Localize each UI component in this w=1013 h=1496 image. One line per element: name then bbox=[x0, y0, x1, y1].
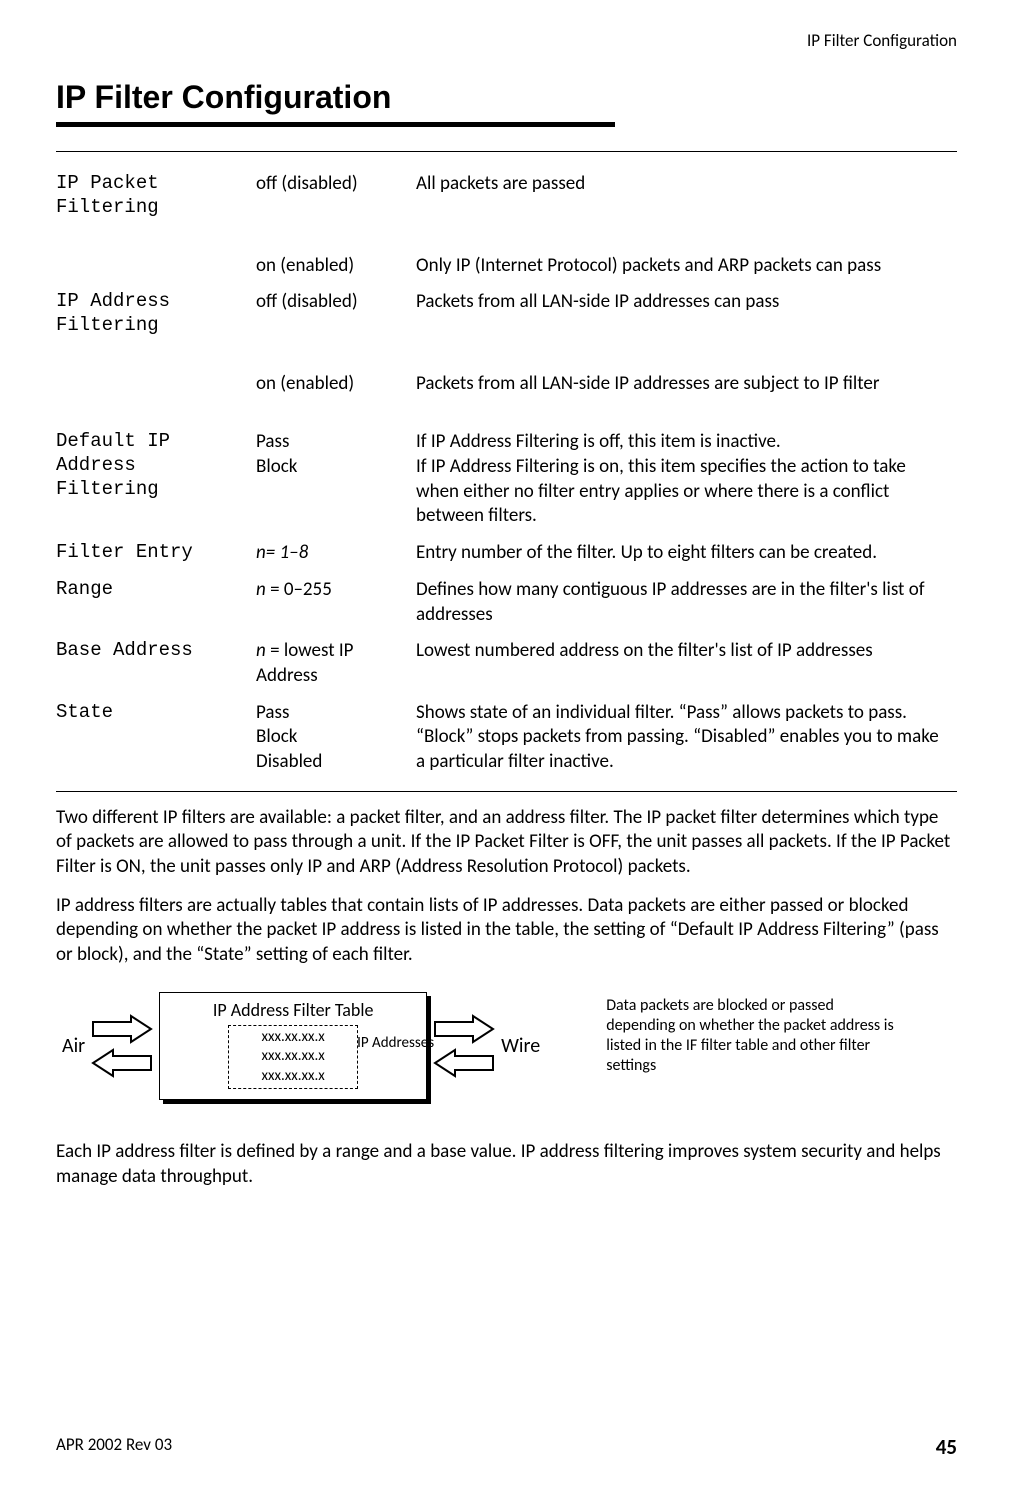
table-row: Filter Entry n= 1–8 Entry number of the … bbox=[56, 535, 957, 572]
param-name bbox=[56, 366, 256, 403]
section-heading: IP Filter Configuration bbox=[56, 79, 957, 116]
param-name: State bbox=[56, 695, 256, 781]
table-row: on (enabled) Packets from all LAN-side I… bbox=[56, 366, 957, 403]
arrow-stack-right bbox=[433, 1014, 495, 1078]
ip-table-title: IP Address Filter Table bbox=[168, 999, 418, 1021]
ip-address-entry: xxx.xx.xx.x bbox=[233, 1047, 353, 1067]
diagram-wire-label: Wire bbox=[501, 1034, 540, 1058]
ip-table-box: IP Address Filter Table xxx.xx.xx.x xxx.… bbox=[159, 992, 427, 1101]
ip-address-list: xxx.xx.xx.x xxx.xx.xx.x xxx.xx.xx.x IP A… bbox=[228, 1025, 358, 1090]
param-name bbox=[56, 248, 256, 285]
param-desc: Defines how many contiguous IP addresses… bbox=[416, 572, 957, 633]
body-paragraph: Each IP address filter is defined by a r… bbox=[56, 1140, 957, 1189]
param-value: Pass Block bbox=[256, 424, 416, 535]
param-value: off (disabled) bbox=[256, 166, 416, 226]
ip-addresses-label: IP Addresses bbox=[357, 1034, 437, 1054]
param-desc: Lowest numbered address on the filter's … bbox=[416, 633, 957, 694]
param-value: off (disabled) bbox=[256, 284, 416, 344]
param-name: Range bbox=[56, 572, 256, 633]
body-paragraph: Two different IP filters are available: … bbox=[56, 806, 957, 880]
table-row: State Pass Block Disabled Shows state of… bbox=[56, 695, 957, 781]
param-name: Filter Entry bbox=[56, 535, 256, 572]
param-value: on (enabled) bbox=[256, 366, 416, 403]
running-header: IP Filter Configuration bbox=[56, 30, 957, 51]
table-row: IP Packet Filtering off (disabled) All p… bbox=[56, 166, 957, 226]
table-row: Range n = 0–255 Defines how many contigu… bbox=[56, 572, 957, 633]
diagram-caption: Data packets are blocked or passed depen… bbox=[606, 992, 896, 1076]
heading-rule bbox=[56, 122, 615, 127]
param-name: IP Packet Filtering bbox=[56, 166, 256, 226]
param-desc: Packets from all LAN-side IP addresses c… bbox=[416, 284, 957, 344]
diagram-air-label: Air bbox=[62, 1034, 85, 1058]
table-row: on (enabled) Only IP (Internet Protocol)… bbox=[56, 248, 957, 285]
ip-address-entry: xxx.xx.xx.x bbox=[233, 1067, 353, 1087]
arrow-right-icon bbox=[91, 1014, 153, 1044]
param-name: Base Address bbox=[56, 633, 256, 694]
arrow-stack-left bbox=[91, 1014, 153, 1078]
param-value: on (enabled) bbox=[256, 248, 416, 285]
table-row: Default IP Address Filtering Pass Block … bbox=[56, 424, 957, 535]
page-footer: APR 2002 Rev 03 45 bbox=[56, 1434, 957, 1460]
param-desc: All packets are passed bbox=[416, 166, 957, 226]
param-value: Pass Block Disabled bbox=[256, 695, 416, 781]
param-desc: Shows state of an individual filter. “Pa… bbox=[416, 695, 957, 781]
param-desc: Entry number of the filter. Up to eight … bbox=[416, 535, 957, 572]
param-desc: Only IP (Internet Protocol) packets and … bbox=[416, 248, 957, 285]
footer-revision: APR 2002 Rev 03 bbox=[56, 1434, 172, 1460]
arrow-left-icon bbox=[91, 1048, 153, 1078]
param-name: Default IP Address Filtering bbox=[56, 424, 256, 535]
ip-address-entry: xxx.xx.xx.x bbox=[233, 1028, 353, 1048]
arrow-right-icon bbox=[433, 1014, 495, 1044]
param-desc: Packets from all LAN-side IP addresses a… bbox=[416, 366, 957, 403]
body-paragraph: IP address filters are actually tables t… bbox=[56, 894, 957, 968]
param-name: IP Address Filtering bbox=[56, 284, 256, 344]
table-bottom-rule bbox=[56, 791, 957, 792]
filter-diagram: Air IP Address Filter Table xxx.xx.xx.x … bbox=[56, 992, 957, 1101]
table-top-rule bbox=[56, 151, 957, 152]
arrow-left-icon bbox=[433, 1048, 495, 1078]
param-desc: If IP Address Filtering is off, this ite… bbox=[416, 424, 957, 535]
footer-page-number: 45 bbox=[936, 1434, 957, 1460]
table-row: IP Address Filtering off (disabled) Pack… bbox=[56, 284, 957, 344]
param-value: n = 0–255 bbox=[256, 572, 416, 633]
param-value: n = lowest IP Address bbox=[256, 633, 416, 694]
param-value: n= 1–8 bbox=[256, 535, 416, 572]
table-row: Base Address n = lowest IP Address Lowes… bbox=[56, 633, 957, 694]
parameter-table: IP Packet Filtering off (disabled) All p… bbox=[56, 166, 957, 781]
page: IP Filter Configuration IP Filter Config… bbox=[0, 0, 1013, 1496]
